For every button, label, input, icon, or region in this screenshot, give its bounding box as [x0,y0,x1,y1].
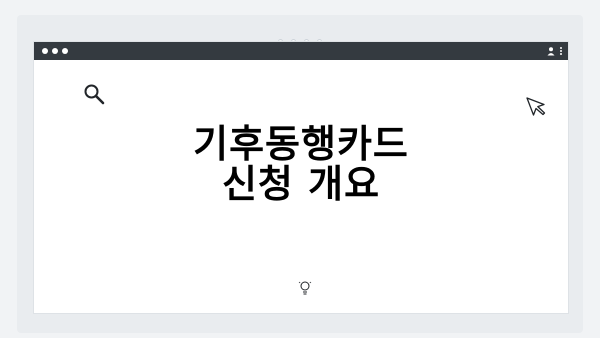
browser-window: 기후동행카드 신청 개요 [33,41,569,314]
window-dot-close[interactable] [42,48,48,54]
user-icon[interactable] [546,46,556,56]
search-icon [84,84,105,105]
title-line-2: 신청 개요 [221,162,381,206]
title-bar [34,42,568,60]
window-controls [42,48,68,54]
kebab-menu-icon[interactable] [560,47,562,55]
window-dot-minimize[interactable] [52,48,58,54]
title-bar-actions [546,42,562,60]
window-dot-maximize[interactable] [62,48,68,54]
lightbulb-icon [298,281,312,295]
cursor-icon [526,97,546,116]
page-title: 기후동행카드 신청 개요 [34,124,568,204]
title-line-1: 기후동행카드 [193,122,409,166]
